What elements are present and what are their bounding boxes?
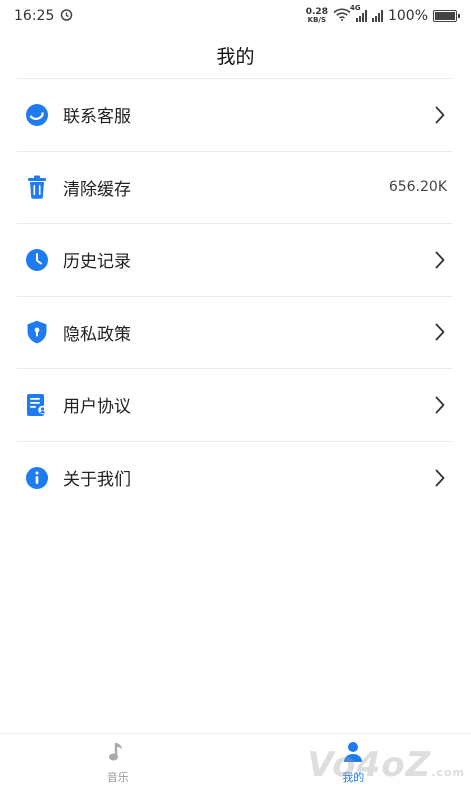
menu-item-right: 656.20K xyxy=(389,179,447,195)
shield-lock-icon xyxy=(25,320,49,344)
network-speed: 0.28 KB/S xyxy=(305,7,328,25)
status-right: 0.28 KB/S 4G 100% xyxy=(305,4,460,25)
clock-icon xyxy=(25,248,49,272)
menu-item-right xyxy=(433,105,447,125)
page-title: 我的 xyxy=(216,45,255,68)
status-time: 16:25 xyxy=(14,8,55,24)
tab-label: 音乐 xyxy=(106,770,129,784)
settings-menu: 联系客服 清除缓存 656.20K 历史记录 隐私政策 用户协议 关于我们 xyxy=(17,78,453,514)
signal-icon-1: 4G xyxy=(350,4,367,22)
menu-item-label: 历史记录 xyxy=(63,252,131,273)
trash-icon xyxy=(25,175,49,200)
cache-size-value: 656.20K xyxy=(388,179,447,196)
alarm-icon xyxy=(60,8,73,25)
tab-music[interactable]: 音乐 xyxy=(0,734,236,791)
menu-item-clear-cache[interactable]: 清除缓存 656.20K xyxy=(17,152,453,224)
menu-item-right xyxy=(433,468,447,488)
chevron-right-icon xyxy=(433,468,447,488)
chevron-right-icon xyxy=(433,250,447,270)
menu-item-label: 用户协议 xyxy=(63,397,131,418)
music-note-icon xyxy=(108,741,128,767)
menu-item-right xyxy=(433,322,447,342)
menu-item-customer-service[interactable]: 联系客服 xyxy=(17,79,453,152)
wifi-icon xyxy=(333,8,351,25)
chevron-right-icon xyxy=(433,105,447,125)
menu-item-right xyxy=(433,250,447,270)
menu-item-label: 清除缓存 xyxy=(63,179,131,200)
battery-icon xyxy=(433,10,460,22)
menu-item-history[interactable]: 历史记录 xyxy=(17,224,453,297)
chevron-right-icon xyxy=(433,395,447,415)
chevron-right-icon xyxy=(433,322,447,342)
document-icon xyxy=(25,393,49,417)
customer-service-icon xyxy=(25,103,49,127)
status-bar: 16:25 0.28 KB/S 4G 100% xyxy=(0,0,471,32)
battery-text: 100% xyxy=(387,8,428,24)
signal-icon-2 xyxy=(371,10,383,22)
info-icon xyxy=(25,466,49,490)
status-left: 16:25 xyxy=(14,8,73,25)
menu-item-privacy-policy[interactable]: 隐私政策 xyxy=(17,297,453,369)
menu-item-label: 关于我们 xyxy=(63,470,131,491)
page-header: 我的 xyxy=(0,32,471,78)
watermark-logo: Vo4oZ.com xyxy=(307,745,465,785)
menu-item-label: 联系客服 xyxy=(63,107,131,128)
menu-item-user-agreement[interactable]: 用户协议 xyxy=(17,369,453,442)
menu-item-about-us[interactable]: 关于我们 xyxy=(17,442,453,515)
menu-item-label: 隐私政策 xyxy=(63,324,131,345)
menu-item-right xyxy=(433,395,447,415)
